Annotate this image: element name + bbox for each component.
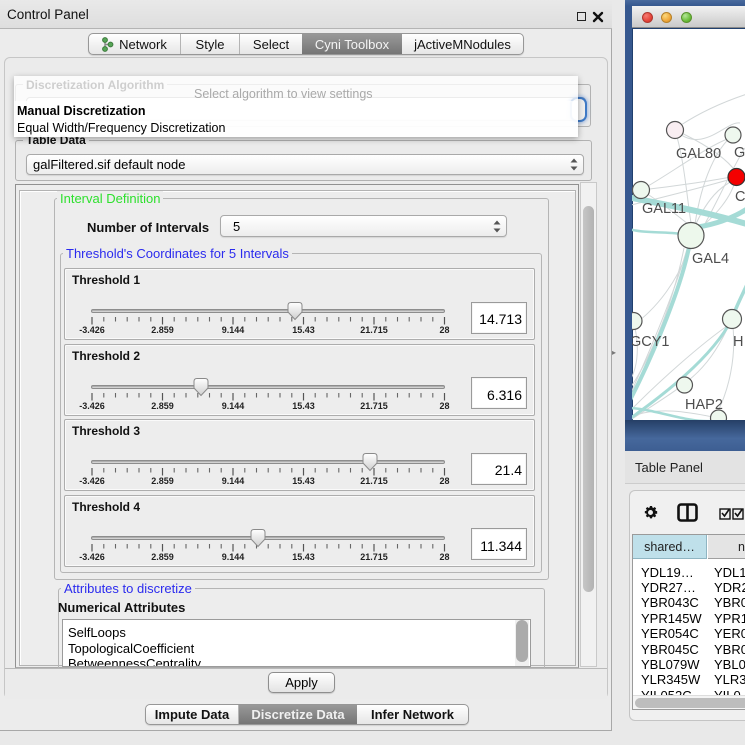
svg-text:GAL11: GAL11 (642, 201, 686, 217)
svg-text:H: H (733, 334, 743, 350)
svg-text:HAP2: HAP2 (685, 397, 723, 413)
svg-text:GCY1: GCY1 (632, 334, 670, 350)
svg-text:GA: GA (734, 145, 745, 161)
svg-text:GAL4: GAL4 (692, 251, 729, 267)
svg-text:GAL80: GAL80 (676, 146, 721, 162)
svg-text:C: C (735, 189, 745, 205)
